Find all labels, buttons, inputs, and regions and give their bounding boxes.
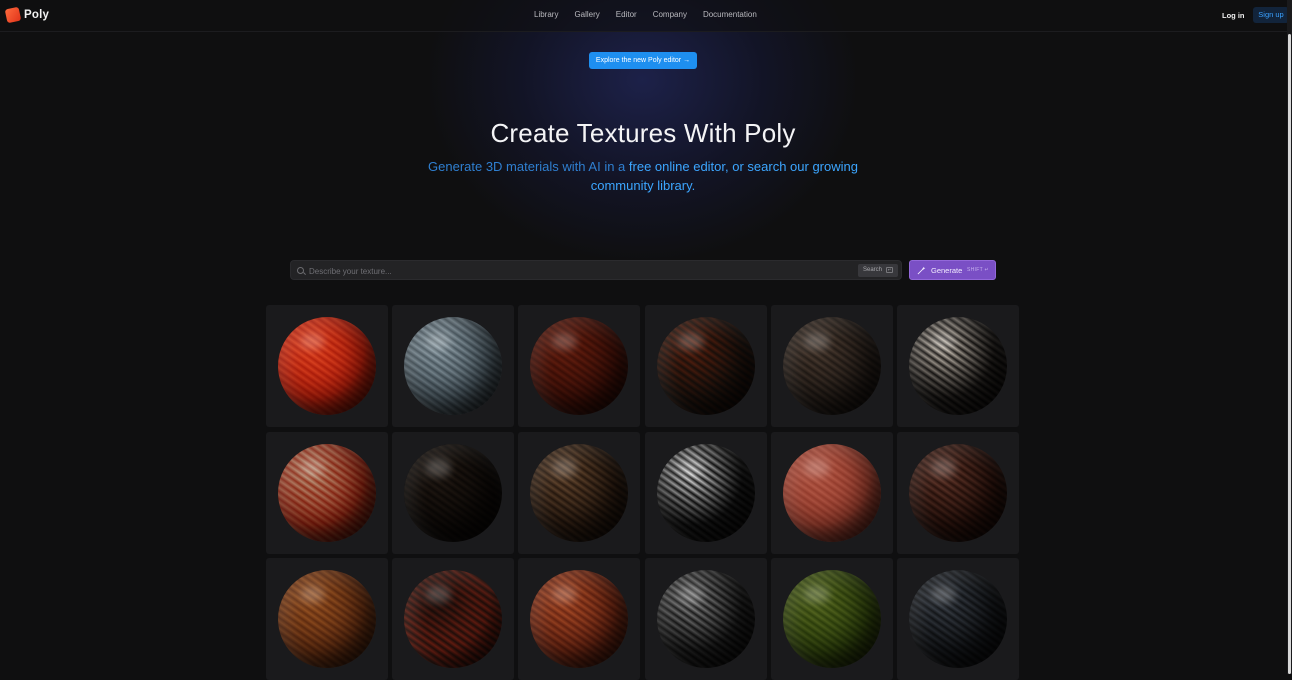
return-key-icon: ↵ [886,267,893,273]
texture-tile[interactable] [770,558,893,680]
magic-wand-icon [917,266,926,275]
texture-tile[interactable] [644,558,767,680]
search-icon [297,267,304,274]
signup-button[interactable]: Sign up [1253,7,1289,23]
black-white-mosaic-material-sphere [909,317,1007,415]
texture-tile[interactable] [392,558,515,680]
straw-fiber-material-sphere [278,570,376,668]
moss-fabric-material-sphere [782,570,881,668]
texture-tile[interactable] [897,558,1019,680]
texture-tile[interactable] [518,558,641,680]
colored-pebble-material-sphere [656,317,755,415]
grey-tile-material-sphere [404,317,503,415]
texture-tile[interactable] [770,431,893,554]
nav-link-gallery[interactable]: Gallery [574,10,599,19]
texture-tile[interactable] [644,431,767,554]
poly-logo-icon [4,6,22,24]
nav-link-library[interactable]: Library [534,10,558,19]
zebra-marble-material-sphere [656,443,755,542]
page-title: Create Textures With Poly [490,118,796,148]
login-link[interactable]: Log in [1222,11,1245,20]
nav-link-company[interactable]: Company [653,10,687,19]
texture-tile[interactable] [266,558,388,680]
dark-scales-material-sphere [909,570,1007,668]
nav-link-documentation[interactable]: Documentation [703,10,757,19]
generate-label: Generate [931,266,963,275]
nav-link-editor[interactable]: Editor [616,10,637,19]
subtitle-part-2: free online editor, or search our growin… [590,159,858,193]
cracked-clay-material-sphere [404,570,503,668]
texture-tile[interactable] [266,431,388,554]
subtitle-part-1: Generate 3D materials with AI in a [428,159,626,174]
rough-wood-material-sphere [530,443,629,542]
scrollbar-thumb[interactable] [1288,34,1291,674]
nav-links: Library Gallery Editor Company Documenta… [534,10,773,19]
generate-shortcut: SHIFT ↵ [967,267,990,273]
texture-tile[interactable] [644,305,767,427]
river-stone-material-sphere [782,317,881,415]
generate-button[interactable]: Generate SHIFT ↵ [909,260,996,280]
explore-editor-button[interactable]: Explore the new Poly editor → [589,52,697,69]
texture-tile[interactable] [266,305,388,427]
search-input[interactable] [307,263,851,279]
search-button[interactable]: Search ↵ [857,263,898,277]
logo[interactable]: Poly [4,6,50,24]
search-button-label: Search [862,266,882,273]
parquet-wood-material-sphere [530,570,629,668]
peeling-paint-material-sphere [278,443,376,542]
logo-text: Poly [24,9,50,21]
carved-wood-material-sphere [909,443,1007,542]
page-subtitle: Generate 3D materials with AI in a free … [418,158,868,195]
texture-tile[interactable] [518,305,641,427]
texture-tile[interactable] [392,431,515,554]
texture-tile[interactable] [392,305,515,427]
texture-tile[interactable] [897,305,1019,427]
carbon-fiber-material-sphere [656,570,755,668]
texture-tile[interactable] [518,431,641,554]
orange-striped-material-sphere [278,317,376,415]
brown-leather-material-sphere [530,317,629,415]
dark-bark-material-sphere [404,443,503,542]
texture-tile[interactable] [897,431,1019,554]
top-nav: Poly Library Gallery Editor Company Docu… [0,0,1289,32]
texture-tile[interactable] [770,305,893,427]
clay-stripe-material-sphere [782,443,881,542]
search-bar: Search ↵ [290,260,902,280]
